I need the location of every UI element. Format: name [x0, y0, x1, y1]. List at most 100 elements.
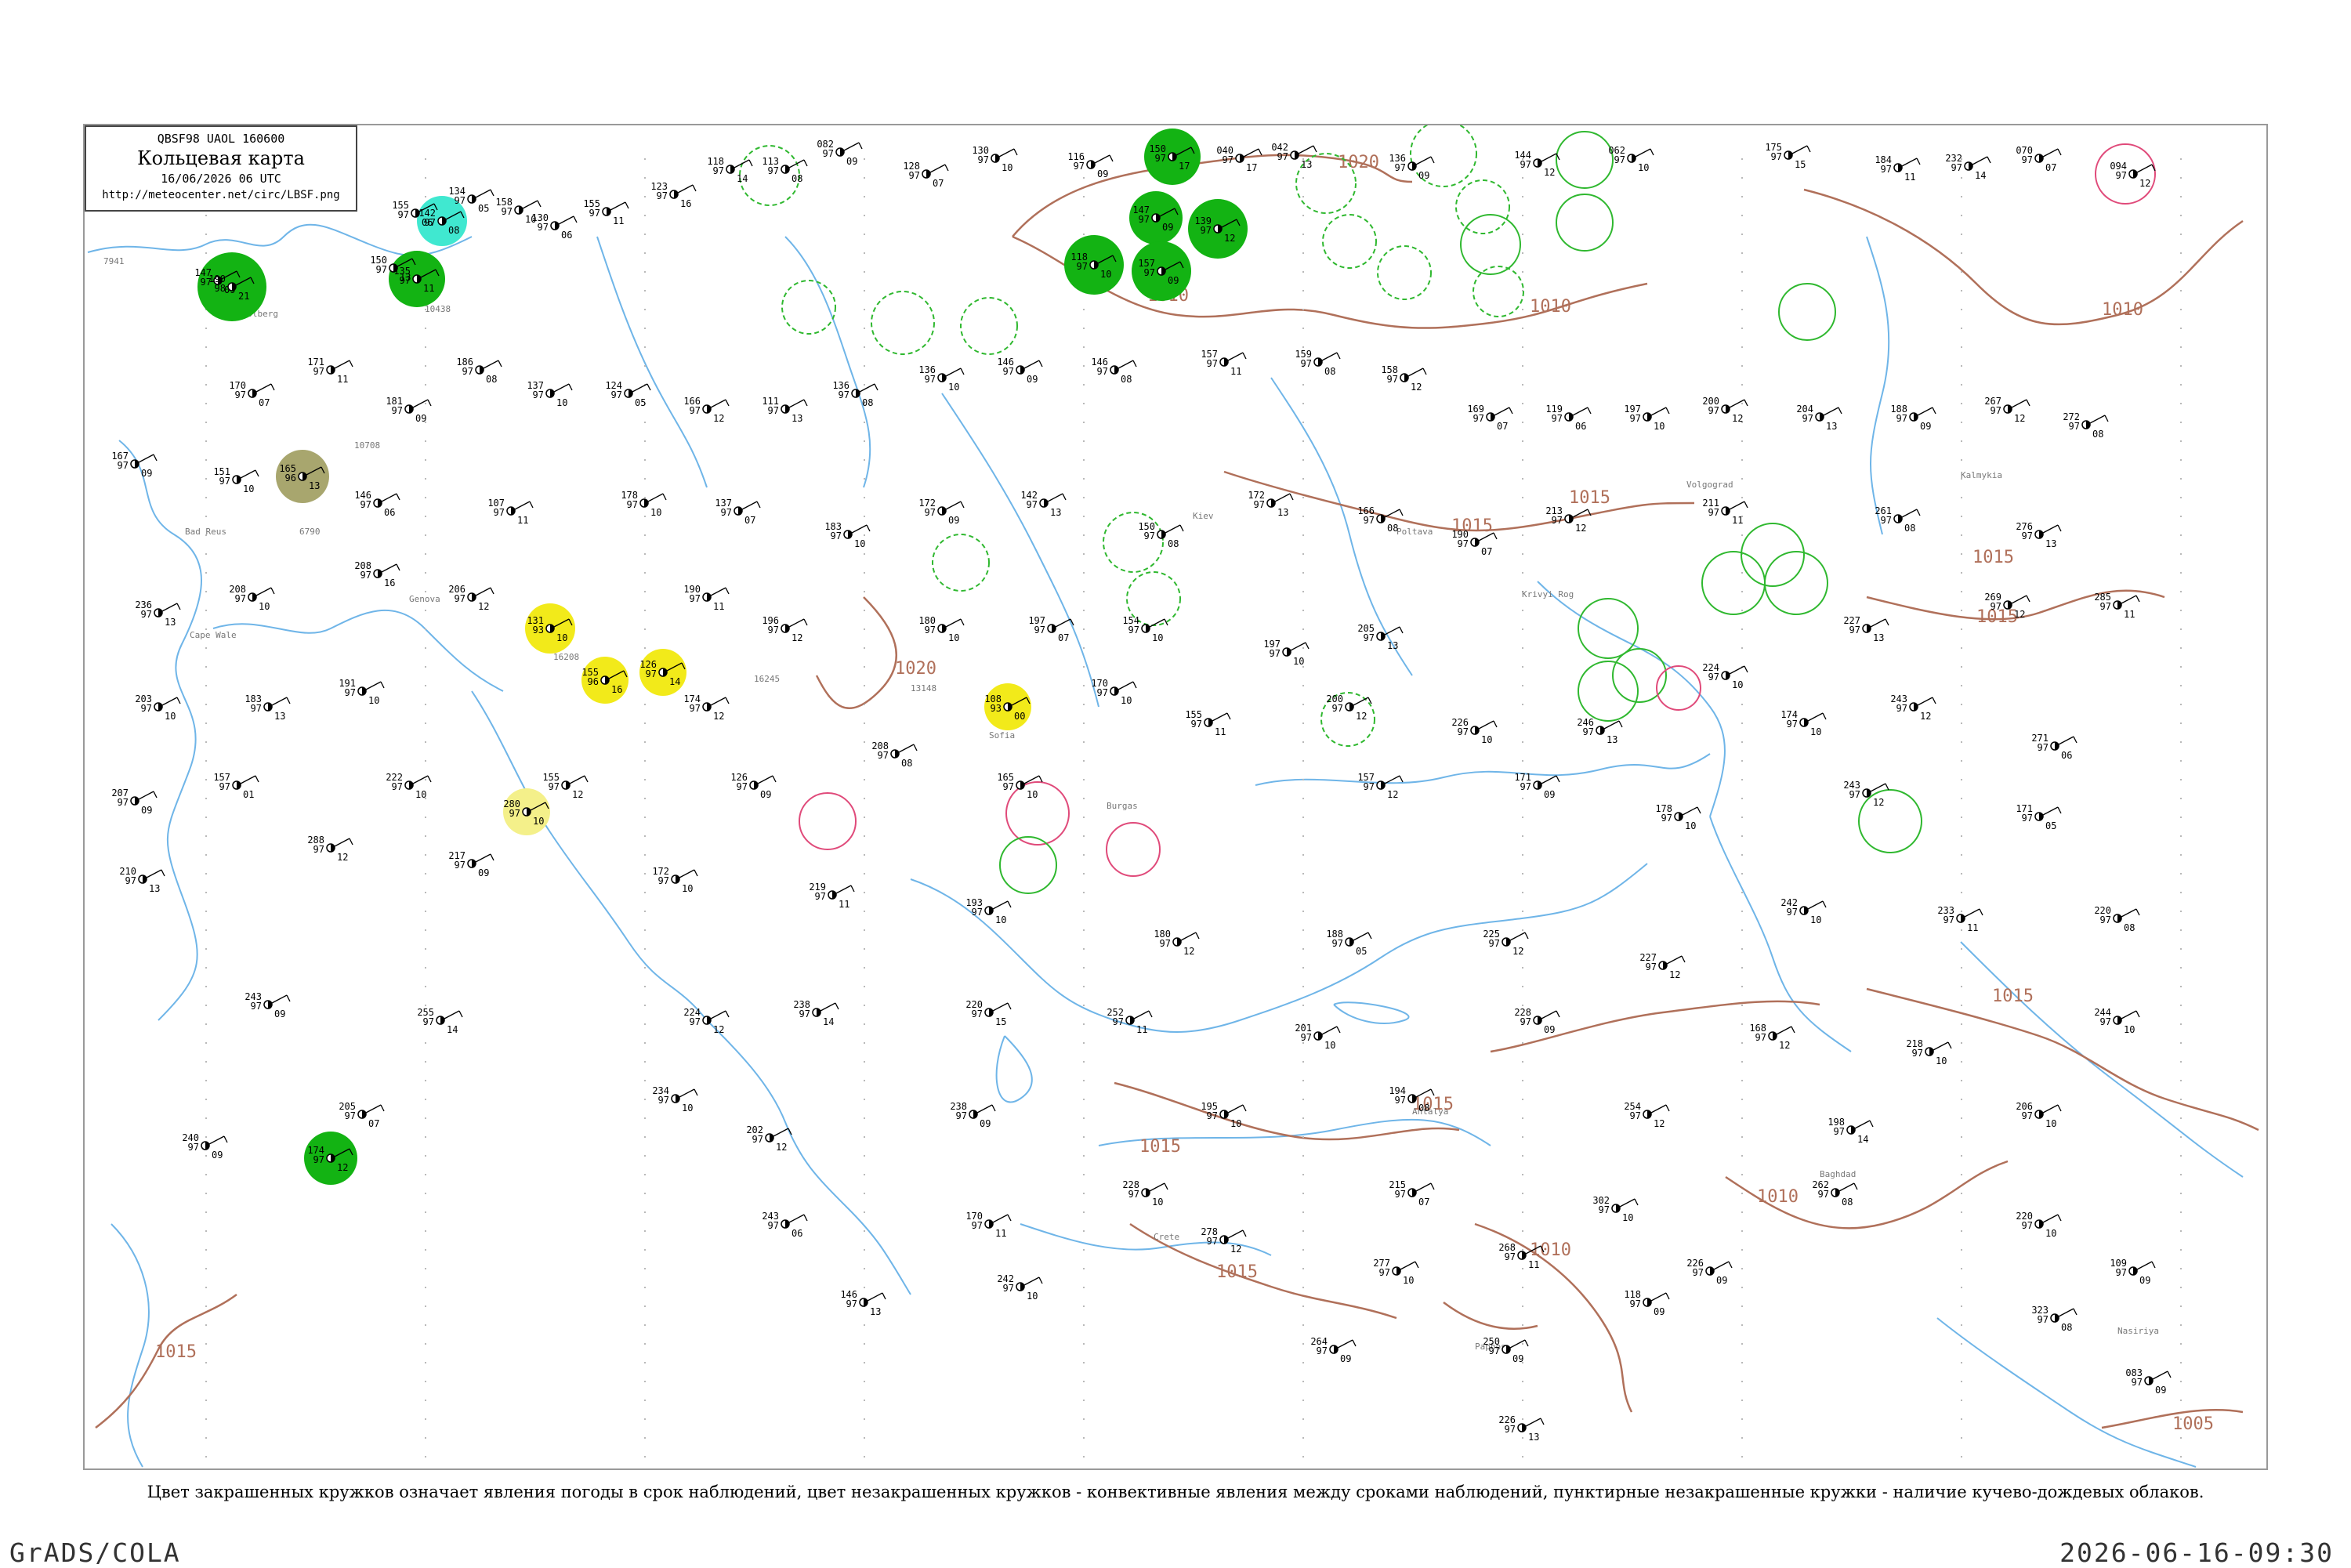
station-plot[interactable]: 1689712: [1749, 1023, 1795, 1051]
station-plot[interactable]: 1559712: [542, 772, 589, 800]
station-plot[interactable]: 2339711: [1937, 905, 1983, 933]
station-plot[interactable]: 2029712: [746, 1124, 792, 1153]
station-plot[interactable]: 1869708: [456, 357, 502, 385]
station-plot[interactable]: 1749710: [1780, 709, 1827, 737]
station-plot[interactable]: 1119713: [762, 396, 808, 424]
station-plot[interactable]: 2439709: [245, 991, 291, 1019]
station-plot[interactable]: 1079711: [487, 498, 534, 526]
station-plot[interactable]: 0409717: [1216, 145, 1262, 173]
station-plot[interactable]: 1449712: [1514, 150, 1560, 178]
station-plot[interactable]: 1269709: [730, 772, 777, 800]
station-plot[interactable]: 1139708: [762, 156, 808, 184]
station-plot[interactable]: 1369710: [918, 364, 965, 393]
station-plot[interactable]: 2389709: [950, 1101, 996, 1129]
station-plot[interactable]: 1379710: [527, 380, 573, 408]
station-plot[interactable]: 1979710: [1263, 639, 1310, 667]
station-plot[interactable]: 1559711: [583, 198, 629, 226]
station-plot[interactable]: 2529711: [1107, 1007, 1153, 1035]
station-plot[interactable]: 2439712: [1843, 780, 1889, 808]
station-plot[interactable]: 2019710: [1295, 1023, 1341, 1051]
station-plot[interactable]: 2549712: [1624, 1101, 1670, 1129]
station-plot[interactable]: 1709707: [229, 380, 275, 408]
station-plot[interactable]: 1819709: [386, 396, 432, 424]
station-plot[interactable]: 1729713: [1248, 490, 1294, 518]
station-plot[interactable]: 2179709: [448, 850, 494, 878]
station-plot[interactable]: 1699707: [1467, 404, 1513, 432]
station-plot[interactable]: 1919710: [339, 678, 385, 706]
station-plot[interactable]: 2269710: [1451, 717, 1498, 745]
station-plot[interactable]: 1709711: [965, 1211, 1012, 1239]
station-plot[interactable]: 1939710: [965, 897, 1012, 925]
station-plot[interactable]: 1729710: [652, 866, 698, 894]
station-plot[interactable]: 2209708: [2094, 905, 2140, 933]
station-plot[interactable]: 1659710: [997, 772, 1043, 800]
station-plot[interactable]: 1719705: [2016, 803, 2062, 831]
station-plot[interactable]: 2249712: [683, 1007, 730, 1035]
station-plot[interactable]: 0629710: [1608, 145, 1654, 173]
station-plot[interactable]: 2649709: [1310, 1336, 1357, 1364]
station-plot[interactable]: 1559711: [1185, 709, 1231, 737]
station-plot[interactable]: 1369709: [1389, 153, 1435, 181]
station-plot[interactable]: 2209710: [2016, 1211, 2062, 1239]
station-plot[interactable]: 1309706: [531, 212, 578, 241]
station-plot[interactable]: 1839710: [824, 521, 871, 549]
station-plot[interactable]: 2439706: [762, 1211, 808, 1239]
station-plot[interactable]: 2329714: [1945, 153, 1991, 181]
station-plot[interactable]: 1849711: [1875, 154, 1921, 183]
station-plot[interactable]: 2369713: [135, 599, 181, 628]
synoptic-map[interactable]: 1015101010101015102010151015101510101010…: [85, 125, 2268, 1470]
station-plot[interactable]: 1969712: [762, 615, 808, 643]
station-plot[interactable]: 1239716: [650, 181, 697, 209]
station-plot[interactable]: 1889709: [1890, 404, 1936, 432]
station-plot[interactable]: 2089710: [229, 584, 275, 612]
station-plot[interactable]: 1469713: [840, 1289, 886, 1317]
station-plot[interactable]: 1169709: [1067, 151, 1114, 179]
station-plot[interactable]: 1719711: [307, 357, 353, 385]
station-plot[interactable]: 1749712: [683, 693, 730, 722]
station-plot[interactable]: 2049713: [1796, 404, 1842, 432]
station-plot[interactable]: 2729708: [2063, 411, 2109, 440]
station-plot[interactable]: 2089708: [871, 741, 918, 769]
station-plot[interactable]: 2289709: [1514, 1007, 1560, 1035]
station-plot[interactable]: 2069712: [448, 584, 494, 612]
station-plot[interactable]: 1189714: [707, 156, 753, 184]
station-plot[interactable]: 1729709: [918, 498, 965, 526]
station-plot[interactable]: 2269709: [1686, 1258, 1733, 1286]
station-plot[interactable]: 1579712: [1357, 772, 1404, 800]
station-plot[interactable]: 1719709: [1514, 772, 1560, 800]
station-plot[interactable]: 1309710: [972, 145, 1018, 173]
map-url[interactable]: http://meteocenter.net/circ/LBSF.png: [86, 189, 356, 201]
station-plot[interactable]: 2559714: [417, 1007, 463, 1035]
station-plot[interactable]: 2289710: [1122, 1179, 1168, 1208]
station-plot[interactable]: 1959710: [1201, 1101, 1247, 1129]
station-plot[interactable]: 2139712: [1545, 505, 1592, 534]
station-plot[interactable]: 1989714: [1828, 1117, 1874, 1145]
station-plot[interactable]: 2409709: [182, 1132, 228, 1161]
station-plot[interactable]: 1579701: [213, 772, 259, 800]
station-plot[interactable]: 2629708: [1812, 1179, 1858, 1208]
station-plot[interactable]: 2859711: [2094, 592, 2140, 620]
station-plot[interactable]: 1379707: [715, 498, 761, 526]
station-plot[interactable]: 1809710: [918, 615, 965, 643]
station-plot[interactable]: 2469713: [1577, 717, 1623, 745]
station-plot[interactable]: 2059707: [339, 1101, 385, 1129]
station-plot[interactable]: 1469708: [1091, 357, 1137, 385]
station-plot[interactable]: 1889705: [1326, 929, 1372, 957]
station-plot[interactable]: 1549710: [1122, 615, 1168, 643]
station-plot[interactable]: 2079709: [111, 788, 158, 816]
station-plot[interactable]: 1679709: [111, 451, 158, 479]
station-plot[interactable]: 1099709: [2110, 1258, 2156, 1286]
station-plot[interactable]: 1469709: [997, 357, 1043, 385]
station-plot[interactable]: 2199711: [809, 882, 855, 910]
station-plot[interactable]: 1509708: [1138, 521, 1184, 549]
station-plot[interactable]: 1979707: [1028, 615, 1074, 643]
station-plot[interactable]: 1249705: [605, 380, 651, 408]
station-plot[interactable]: 2719706: [2031, 733, 2078, 761]
station-plot[interactable]: 1839713: [245, 693, 291, 722]
station-plot[interactable]: 0839709: [2125, 1367, 2172, 1396]
station-plot[interactable]: 2429710: [1780, 897, 1827, 925]
station-plot[interactable]: 1589712: [1381, 364, 1427, 393]
station-plot[interactable]: 2089716: [354, 560, 400, 588]
station-plot[interactable]: 2349710: [652, 1085, 698, 1114]
station-plot[interactable]: 2109713: [119, 866, 165, 894]
